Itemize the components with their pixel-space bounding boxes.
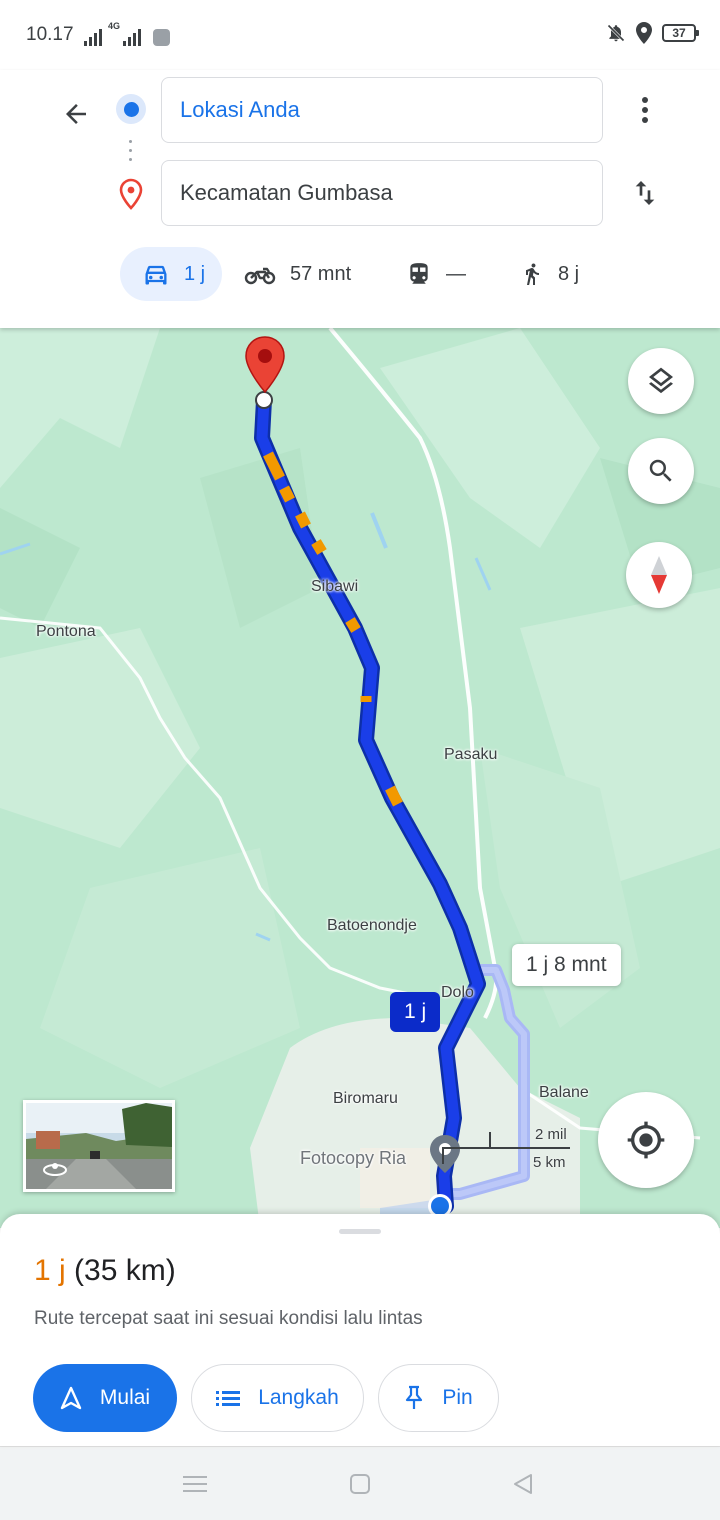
map-scale: 2 mil 5 km [440, 1124, 575, 1178]
alternate-route-chip[interactable]: 1 j 8 mnt [512, 944, 621, 986]
origin-dot-icon [116, 94, 146, 124]
back-button[interactable] [54, 92, 98, 136]
list-icon [216, 1391, 241, 1406]
route-duration: 1 j [34, 1254, 66, 1287]
tab-car-label: 1 j [184, 262, 206, 285]
scale-miles: 2 mil [535, 1126, 567, 1143]
destination-pin-icon [119, 178, 143, 210]
route-description: Rute tercepat saat ini sesuai kondisi la… [34, 1308, 423, 1329]
layers-icon [649, 367, 673, 394]
pushpin-icon [406, 1385, 423, 1409]
route-distance: (35 km) [74, 1254, 176, 1287]
signal-4g-icon [123, 28, 142, 46]
route-summary-sheet: 1 j (35 km) Rute tercepat saat ini sesua… [0, 1214, 720, 1446]
battery-icon: 37 [662, 24, 699, 42]
place-label-sibawi: Sibawi [311, 578, 359, 595]
more-options-button[interactable] [628, 90, 662, 130]
steps-button-label: Langkah [258, 1386, 339, 1409]
map-view[interactable]: Sibawi Pontona Pasaku Batoenondje Dolo B… [0, 328, 720, 1228]
steps-button[interactable]: Langkah [191, 1364, 364, 1432]
compass-button[interactable] [626, 542, 692, 608]
place-label-balane: Balane [539, 1084, 589, 1101]
tab-walking-label: 8 j [558, 262, 580, 285]
tab-walking[interactable]: 8 j [520, 247, 579, 301]
poi-label[interactable]: Fotocopy Ria [300, 1148, 406, 1169]
sheet-drag-handle[interactable] [339, 1229, 381, 1234]
tab-transit[interactable]: — [406, 247, 466, 301]
map-search-button[interactable] [628, 438, 694, 504]
swap-button[interactable] [624, 170, 666, 216]
my-location-button[interactable] [598, 1092, 694, 1188]
route-dots [129, 140, 133, 161]
selected-route-chip[interactable]: 1 j [390, 992, 441, 1032]
pin-button-label: Pin [442, 1386, 473, 1409]
destination-field[interactable]: Kecamatan Gumbasa [161, 160, 603, 226]
directions-header: Lokasi Anda Kecamatan Gumbasa 1 j 57 mnt [0, 70, 720, 328]
destination-pin-icon[interactable] [244, 336, 286, 396]
train-icon [410, 263, 428, 284]
back-triangle-icon [514, 1474, 532, 1494]
route-summary: 1 j (35 km) [34, 1254, 176, 1288]
motorcycle-icon [244, 267, 276, 285]
menu-icon [183, 1476, 207, 1492]
place-label-biromaru: Biromaru [333, 1090, 398, 1107]
compass-icon [651, 556, 667, 594]
app-notification-icon [153, 29, 171, 46]
street-view-360-icon [43, 1163, 67, 1176]
place-label-dolo: Dolo [441, 984, 474, 1001]
place-label-pontona: Pontona [36, 623, 96, 640]
nav-menu-button[interactable] [180, 1469, 210, 1499]
status-bar: 10.17 4G 37 [0, 0, 720, 70]
mute-icon [607, 24, 625, 42]
walking-icon [526, 263, 539, 285]
status-time: 10.17 [26, 24, 74, 45]
car-icon [145, 265, 167, 285]
battery-level: 37 [672, 26, 686, 40]
system-nav-bar [0, 1446, 720, 1520]
nav-back-button[interactable] [508, 1469, 538, 1499]
tab-transit-label: — [446, 262, 466, 285]
home-square-icon [350, 1474, 370, 1494]
start-button[interactable]: Mulai [33, 1364, 177, 1432]
search-icon [649, 459, 672, 482]
pin-button[interactable]: Pin [378, 1364, 499, 1432]
origin-field[interactable]: Lokasi Anda [161, 77, 603, 143]
place-label-batoenondje: Batoenondje [327, 917, 417, 934]
tab-car[interactable]: 1 j [120, 247, 222, 301]
more-vert-icon [642, 97, 648, 123]
my-location-icon [627, 1121, 665, 1159]
tab-motorcycle-label: 57 mnt [290, 262, 352, 285]
navigation-icon [60, 1386, 82, 1410]
place-label-pasaku: Pasaku [444, 746, 498, 763]
travel-mode-tabs: 1 j 57 mnt — 8 j [0, 246, 720, 302]
nav-home-button[interactable] [345, 1469, 375, 1499]
scale-km: 5 km [533, 1154, 566, 1171]
arrow-back-icon [66, 104, 86, 124]
start-button-label: Mulai [99, 1386, 151, 1409]
signal-icon [84, 28, 102, 46]
tab-motorcycle[interactable]: 57 mnt [244, 247, 351, 301]
swap-vert-icon [635, 181, 655, 205]
network-type: 4G [108, 21, 121, 31]
street-view-thumbnail[interactable] [23, 1100, 175, 1192]
location-icon [636, 22, 652, 44]
layers-button[interactable] [628, 348, 694, 414]
